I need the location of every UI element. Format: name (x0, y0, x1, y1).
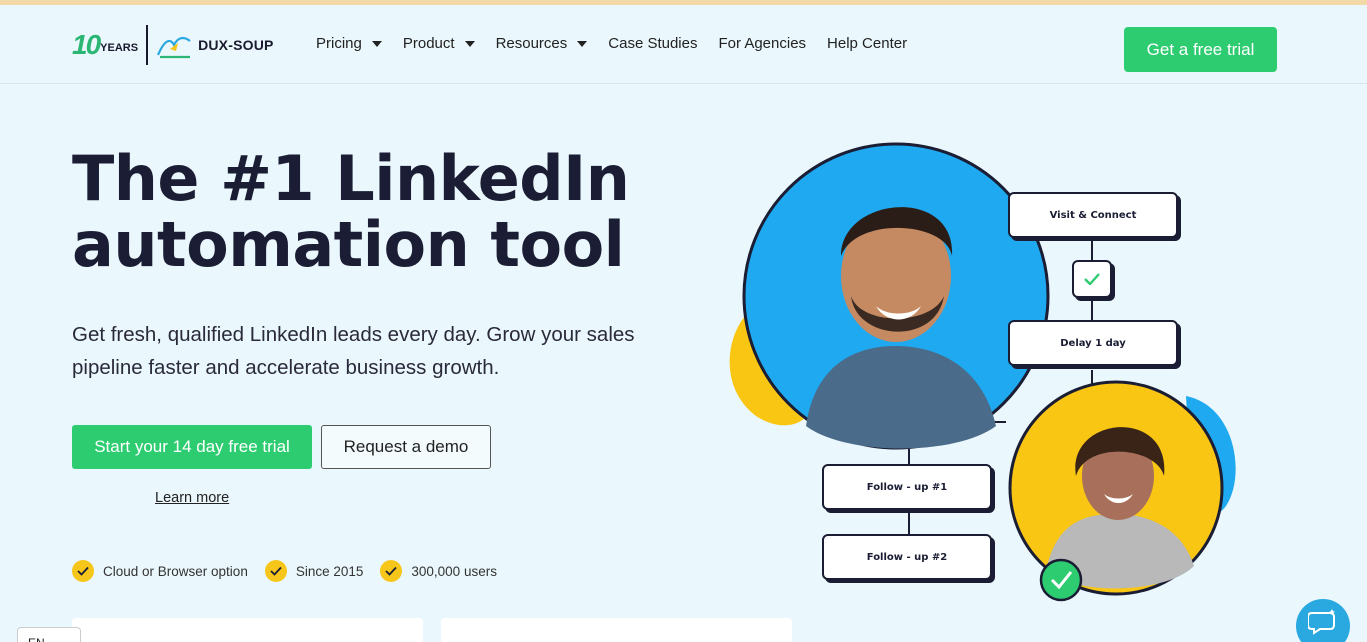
nav-item-product[interactable]: Product (403, 35, 475, 52)
nav-item-help-center[interactable]: Help Center (827, 35, 907, 52)
nav-label: Case Studies (608, 35, 698, 52)
request-demo-button[interactable]: Request a demo (321, 425, 491, 469)
years-label: YEARS (100, 42, 139, 54)
check-icon (1084, 273, 1100, 285)
badge-label: Cloud or Browser option (103, 563, 248, 579)
check-icon (380, 560, 403, 582)
badge-label: 300,000 users (411, 563, 497, 579)
hero-headline: The #1 LinkedIn automation tool (72, 146, 632, 278)
nav-label: Resources (495, 35, 568, 52)
language-selector[interactable]: EN (17, 627, 81, 642)
headline-line-1: The #1 LinkedIn (72, 142, 630, 215)
nav-label: For Agencies (718, 35, 807, 52)
nav-label: Product (402, 35, 455, 52)
site-header: 10 YEARS DUX-SOUP Pricing Product Resour… (0, 5, 1367, 84)
duxsoup-bird-icon (157, 36, 191, 59)
subtext-line-2: pipeline faster and accelerate business … (72, 356, 500, 379)
logo-divider (146, 25, 149, 65)
hero-subtext: Get fresh, qualified LinkedIn leads ever… (72, 318, 652, 384)
nav-item-pricing[interactable]: Pricing (316, 35, 382, 52)
caret-down-icon (464, 40, 475, 47)
workflow-illustration (729, 142, 1236, 602)
chat-bubble-icon (1308, 609, 1335, 635)
subtext-line-1: Get fresh, qualified LinkedIn leads ever… (72, 323, 635, 346)
caret-down-icon (371, 40, 382, 47)
nav-item-case-studies[interactable]: Case Studies (608, 35, 697, 52)
hero-illustration: Visit & Connect Delay 1 day Follow - up … (716, 126, 1276, 606)
flow-check-step (1072, 260, 1112, 298)
flow-step-visit-connect: Visit & Connect (1008, 192, 1178, 238)
review-card (72, 618, 423, 642)
language-label: EN (28, 636, 45, 642)
chat-widget-button[interactable] (1296, 599, 1350, 642)
check-icon (264, 560, 287, 582)
start-trial-button[interactable]: Start your 14 day free trial (72, 425, 312, 469)
flow-step-follow-up-2: Follow - up #2 (822, 534, 992, 580)
logo[interactable]: 10 YEARS DUX-SOUP (72, 23, 274, 67)
review-card (441, 618, 792, 642)
caret-down-icon (577, 40, 588, 47)
learn-more-link[interactable]: Learn more (155, 490, 229, 506)
nav-item-resources[interactable]: Resources (496, 35, 588, 52)
flow-step-follow-up-1: Follow - up #1 (822, 464, 992, 510)
badge-since: Since 2015 (264, 560, 364, 582)
flow-step-delay: Delay 1 day (1008, 320, 1178, 366)
nav-label: Help Center (827, 35, 908, 52)
ten-years-badge: 10 YEARS (72, 31, 138, 59)
badge-users: 300,000 users (380, 560, 497, 582)
get-free-trial-button[interactable]: Get a free trial (1124, 27, 1277, 72)
main-nav: Pricing Product Resources Case Studies F… (316, 35, 928, 52)
headline-line-2: automation tool (72, 208, 625, 281)
brand-name: DUX-SOUP (198, 37, 274, 53)
nav-label: Pricing (316, 35, 362, 52)
badge-cloud-browser: Cloud or Browser option (72, 560, 248, 582)
badge-label: Since 2015 (295, 563, 364, 579)
years-number: 10 (72, 29, 101, 60)
check-icon (72, 560, 94, 582)
nav-item-for-agencies[interactable]: For Agencies (718, 35, 806, 52)
feature-badges: Cloud or Browser option Since 2015 300,0… (72, 560, 514, 582)
